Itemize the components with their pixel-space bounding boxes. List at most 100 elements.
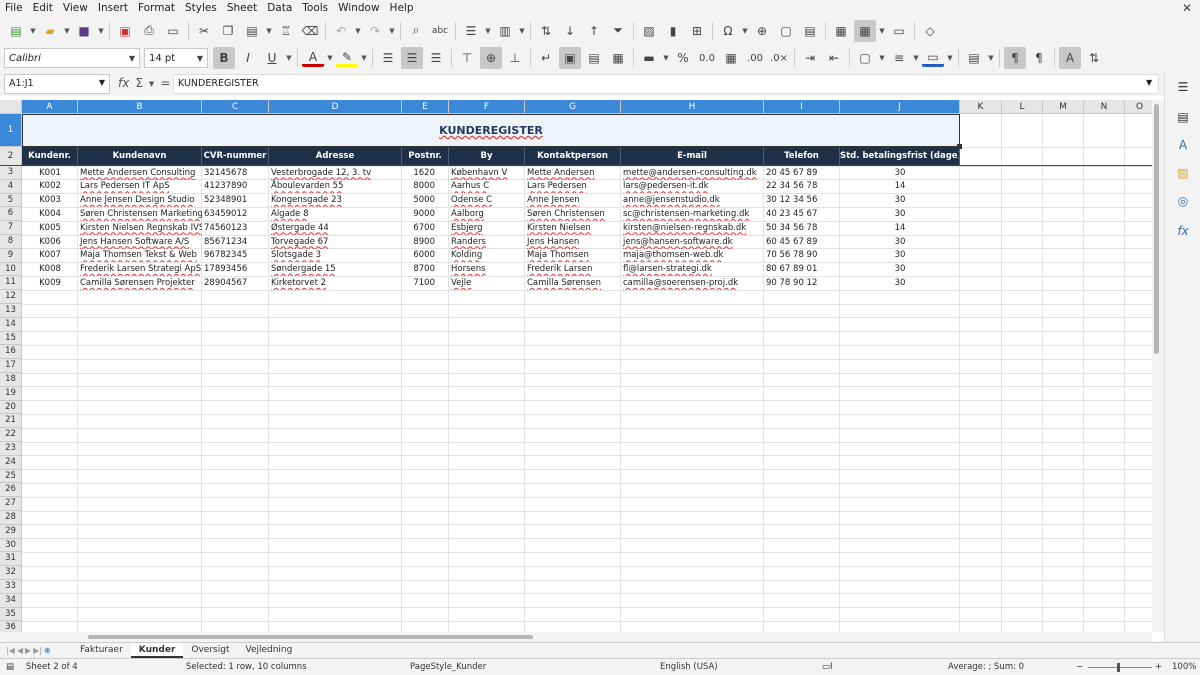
row-header[interactable]: 22 (0, 428, 22, 442)
table-cell[interactable]: Torvegade 67 (269, 236, 402, 249)
table-cell[interactable]: kirsten@nielsen-regnskab.dk (621, 222, 764, 235)
table-cell[interactable]: Maja Thomsen Tekst & Web (78, 249, 202, 262)
table-cell[interactable]: Kirketorvet 2 (269, 277, 402, 290)
align-center-icon[interactable]: ☰ (401, 47, 423, 69)
tab-kunder[interactable]: Kunder (130, 643, 184, 658)
border-style-icon[interactable]: ≡ (888, 47, 910, 69)
row-header[interactable]: 25 (0, 469, 22, 484)
table-cell[interactable]: lars@pedersen-it.dk (621, 180, 764, 193)
table-cell[interactable]: K004 (22, 208, 78, 221)
table-cell[interactable]: 85671234 (202, 236, 269, 249)
table-cell[interactable]: Søren Christensen (525, 208, 621, 221)
freeze-rows-columns-icon[interactable]: ▦ (854, 19, 876, 42)
chevron-down-icon[interactable]: ▼ (661, 47, 671, 69)
table-cell[interactable]: Lars Pedersen (525, 180, 621, 193)
scroll-thumb[interactable] (1154, 104, 1159, 354)
row-header[interactable]: 10 (0, 262, 22, 277)
table-cell[interactable]: K003 (22, 194, 78, 207)
formula-icon[interactable]: = (160, 76, 170, 90)
table-cell[interactable]: Frederik Larsen Strategi ApS (78, 263, 202, 276)
clone-format-icon[interactable]: ♖ (275, 20, 297, 42)
row-header[interactable]: 8 (0, 235, 22, 249)
autofilter-icon[interactable]: ⏷ (607, 20, 629, 42)
bold-icon[interactable]: B (213, 47, 235, 69)
font-size-combo[interactable]: 14 pt ▼ (144, 48, 208, 68)
row-header[interactable]: 23 (0, 442, 22, 456)
table-cell[interactable]: 30 (840, 194, 960, 207)
column-header-m[interactable]: M (1043, 100, 1084, 114)
table-cell[interactable]: 50 34 56 78 (764, 222, 840, 235)
column-header-a[interactable]: A (22, 100, 78, 114)
table-cell[interactable]: 9000 (402, 208, 449, 221)
column-header-e[interactable]: E (402, 100, 449, 114)
menu-window[interactable]: Window (333, 0, 384, 17)
table-cell[interactable]: 40 23 45 67 (764, 208, 840, 221)
chevron-down-icon[interactable]: ▼ (28, 20, 38, 42)
column-header-k[interactable]: K (960, 100, 1002, 114)
tab-vejledning[interactable]: Vejledning (237, 643, 300, 658)
close-icon[interactable]: ✕ (1182, 1, 1192, 15)
row-header[interactable]: 33 (0, 580, 22, 594)
table-cell[interactable]: 1620 (402, 167, 449, 180)
column-header-f[interactable]: F (449, 100, 525, 114)
table-cell[interactable]: 8700 (402, 263, 449, 276)
merge-center-icon[interactable]: ▣ (559, 47, 581, 69)
table-cell[interactable]: 6700 (402, 222, 449, 235)
table-cell[interactable]: 7100 (402, 277, 449, 290)
font-color-icon[interactable]: A (302, 49, 324, 67)
table-cell[interactable]: K002 (22, 180, 78, 193)
header-cell[interactable]: Telefon (764, 147, 840, 166)
find-replace-icon[interactable]: ⌕ (405, 20, 427, 42)
chevron-down-icon[interactable]: ▼ (359, 47, 369, 69)
table-cell[interactable]: 8900 (402, 236, 449, 249)
table-cell[interactable]: sc@christensen-marketing.dk (621, 208, 764, 221)
selection-mode-icon[interactable]: ▭I (822, 662, 833, 672)
chevron-down-icon[interactable]: ▼ (149, 80, 154, 90)
table-cell[interactable]: Aalborg (449, 208, 525, 221)
row-header[interactable]: 5 (0, 193, 22, 208)
insert-chart-icon[interactable]: ▮ (662, 20, 684, 42)
row-header[interactable]: 15 (0, 331, 22, 346)
table-cell[interactable]: 14 (840, 180, 960, 193)
table-cell[interactable]: 70 56 78 90 (764, 249, 840, 262)
expand-formula-bar-icon[interactable]: ▼ (1146, 78, 1152, 87)
next-sheet-icon[interactable]: ▶ (25, 646, 31, 655)
add-sheet-icon[interactable]: ⊕ (44, 646, 51, 655)
spreadsheet-grid[interactable]: KUNDEREGISTER Kundenr. Kundenavn CVR-numme… (0, 100, 1152, 632)
decrease-indent-icon[interactable]: ⇤ (823, 47, 845, 69)
table-cell[interactable]: Jens Hansen (525, 236, 621, 249)
table-cell[interactable]: Anne Jensen (525, 194, 621, 207)
chevron-down-icon[interactable]: ▼ (96, 20, 106, 42)
split-window-icon[interactable]: ▭ (888, 20, 910, 42)
row-header[interactable]: 26 (0, 483, 22, 498)
row-header[interactable]: 35 (0, 607, 22, 622)
table-cell[interactable]: Kirsten Nielsen (525, 222, 621, 235)
menu-sheet[interactable]: Sheet (222, 0, 262, 17)
spelling-icon[interactable]: abc (429, 20, 451, 42)
column-header-j[interactable]: J (840, 100, 960, 114)
align-right-icon[interactable]: ☰ (425, 47, 447, 69)
column-header-n[interactable]: N (1084, 100, 1125, 114)
menu-view[interactable]: View (58, 0, 93, 17)
menu-icon[interactable]: ☰ (1174, 78, 1192, 96)
row-header[interactable]: 30 (0, 538, 22, 553)
table-cell[interactable]: Vesterbrogade 12, 3. tv (269, 167, 402, 180)
table-cell[interactable]: anne@jensenstudio.dk (621, 194, 764, 207)
table-cell[interactable]: 63459012 (202, 208, 269, 221)
cut-icon[interactable]: ✂ (193, 20, 215, 42)
table-cell[interactable]: 14 (840, 222, 960, 235)
table-cell[interactable]: 30 (840, 263, 960, 276)
table-cell[interactable]: 5000 (402, 194, 449, 207)
table-cell[interactable]: Odense C (449, 194, 525, 207)
table-cell[interactable]: Jens Hansen Software A/S (78, 236, 202, 249)
column-header-h[interactable]: H (621, 100, 764, 114)
navigator-icon[interactable]: ◎ (1174, 192, 1192, 210)
chevron-down-icon[interactable]: ▼ (945, 47, 955, 69)
table-cell[interactable]: 30 12 34 56 (764, 194, 840, 207)
table-cell[interactable]: 74560123 (202, 222, 269, 235)
row-header[interactable]: 27 (0, 497, 22, 511)
table-cell[interactable]: K007 (22, 249, 78, 262)
table-cell[interactable]: 30 (840, 208, 960, 221)
italic-icon[interactable]: I (237, 47, 259, 69)
print-icon[interactable]: ⎙ (138, 20, 160, 42)
